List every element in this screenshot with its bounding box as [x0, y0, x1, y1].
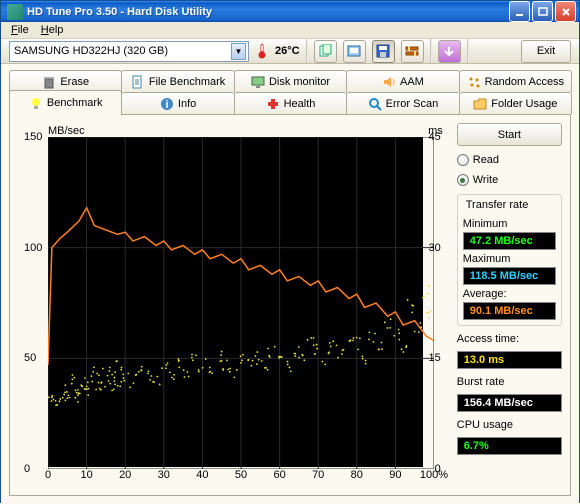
y-tick-left: 50 — [24, 352, 36, 364]
x-tick: 40 — [196, 469, 208, 481]
chart-area: MB/sec ms 0102030405060708090100% 050100… — [18, 123, 449, 487]
monitor-icon — [251, 75, 265, 89]
options-button[interactable] — [401, 40, 424, 63]
separator — [467, 39, 469, 63]
temperature-value: 26°C — [275, 45, 300, 57]
tab-info[interactable]: iInfo — [121, 92, 234, 114]
toolbar: SAMSUNG HD322HJ (320 GB) ▼ 26°C Exit — [1, 39, 579, 64]
app-window: HD Tune Pro 3.50 - Hard Disk Utility Fil… — [0, 0, 580, 503]
x-tick: 30 — [158, 469, 170, 481]
y-tick-right: 45 — [429, 131, 441, 143]
minimize-button[interactable] — [509, 1, 530, 22]
close-button[interactable] — [555, 1, 576, 22]
min-value: 47.2 MB/sec — [463, 232, 556, 250]
save-button[interactable] — [372, 40, 395, 63]
write-label: Write — [473, 174, 498, 186]
avg-label: Average: — [463, 288, 556, 300]
burst-label: Burst rate — [457, 376, 562, 388]
tab-aam[interactable]: AAM — [346, 70, 459, 92]
x-tick: 10 — [80, 469, 92, 481]
x-tick: 60 — [273, 469, 285, 481]
tab-error-scan[interactable]: Error Scan — [346, 92, 459, 114]
info-icon: i — [160, 97, 174, 111]
separator — [430, 39, 432, 63]
tab-health[interactable]: Health — [234, 92, 347, 114]
avg-value: 90.1 MB/sec — [463, 302, 556, 320]
tab-erase[interactable]: Erase — [9, 70, 122, 92]
write-radio[interactable] — [457, 174, 469, 186]
scan-icon — [368, 97, 382, 111]
min-label: Minimum — [463, 218, 556, 230]
x-tick: 0 — [45, 469, 51, 481]
read-radio-row[interactable]: Read — [457, 152, 562, 168]
copy-info-button[interactable] — [314, 40, 337, 63]
max-value: 118.5 MB/sec — [463, 267, 556, 285]
access-value: 13.0 ms — [457, 351, 562, 369]
y-axis-left: MB/sec — [18, 123, 46, 487]
y-tick-right: 0 — [435, 463, 441, 475]
transfer-rate-title: Transfer rate — [463, 199, 532, 211]
app-icon — [7, 4, 23, 20]
tab-disk-monitor[interactable]: Disk monitor — [234, 70, 347, 92]
y-tick-left: 100 — [24, 242, 42, 254]
side-panel: Start Read Write Transfer rate Minimum 4… — [457, 123, 562, 487]
y-tick-left: 0 — [24, 463, 30, 475]
titlebar[interactable]: HD Tune Pro 3.50 - Hard Disk Utility — [1, 1, 579, 22]
write-radio-row[interactable]: Write — [457, 172, 562, 188]
window-title: HD Tune Pro 3.50 - Hard Disk Utility — [27, 6, 509, 18]
menu-file[interactable]: File — [5, 22, 35, 38]
transfer-rate-group: Transfer rate Minimum 47.2 MB/sec Maximu… — [457, 194, 562, 326]
maximize-button[interactable] — [532, 1, 553, 22]
folder-icon — [473, 97, 487, 111]
cpu-value: 6.7% — [457, 437, 562, 455]
y-tick-left: 150 — [24, 131, 42, 143]
y-axis-right: ms — [423, 123, 449, 487]
tab-row-2: BenchmarkiInfoHealthError ScanFolder Usa… — [9, 92, 571, 114]
tab-row-1: EraseFile BenchmarkDisk monitorAAMRandom… — [9, 70, 571, 92]
drive-select[interactable]: SAMSUNG HD322HJ (320 GB) ▼ — [9, 41, 249, 62]
x-tick: 50 — [235, 469, 247, 481]
drive-select-value: SAMSUNG HD322HJ (320 GB) — [14, 45, 231, 57]
cpu-label: CPU usage — [457, 419, 562, 431]
max-label: Maximum — [463, 253, 556, 265]
copy-screenshot-button[interactable] — [343, 40, 366, 63]
access-label: Access time: — [457, 333, 562, 345]
bulb-icon — [29, 96, 43, 110]
tab-file-benchmark[interactable]: File Benchmark — [121, 70, 234, 92]
minimize-tray-button[interactable] — [438, 40, 461, 63]
benchmark-panel: MB/sec ms 0102030405060708090100% 050100… — [9, 114, 571, 496]
svg-text:i: i — [165, 99, 168, 111]
x-tick: 20 — [119, 469, 131, 481]
menu-help[interactable]: Help — [35, 22, 70, 38]
tab-area: EraseFile BenchmarkDisk monitorAAMRandom… — [1, 64, 579, 504]
read-label: Read — [473, 154, 499, 166]
x-tick: 90 — [389, 469, 401, 481]
trash-icon — [42, 75, 56, 89]
health-icon — [266, 97, 280, 111]
tab-random-access[interactable]: Random Access — [459, 70, 572, 92]
chart-plot — [48, 137, 423, 467]
x-tick: 80 — [351, 469, 363, 481]
tab-benchmark[interactable]: Benchmark — [9, 90, 122, 114]
y-label-left: MB/sec — [48, 125, 85, 137]
menubar: File Help — [1, 22, 579, 39]
burst-value: 156.4 MB/sec — [457, 394, 562, 412]
exit-button[interactable]: Exit — [521, 40, 571, 63]
tab-folder-usage[interactable]: Folder Usage — [459, 92, 572, 114]
separator — [306, 39, 308, 63]
random-icon — [467, 75, 481, 89]
thermometer-icon — [255, 43, 269, 59]
x-axis: 0102030405060708090100% — [48, 469, 423, 485]
read-radio[interactable] — [457, 154, 469, 166]
start-button[interactable]: Start — [457, 123, 562, 146]
y-tick-right: 30 — [429, 242, 441, 254]
chevron-down-icon[interactable]: ▼ — [231, 43, 246, 60]
x-tick: 70 — [312, 469, 324, 481]
filebench-icon — [131, 75, 145, 89]
y-tick-right: 15 — [429, 352, 441, 364]
speaker-icon — [382, 75, 396, 89]
